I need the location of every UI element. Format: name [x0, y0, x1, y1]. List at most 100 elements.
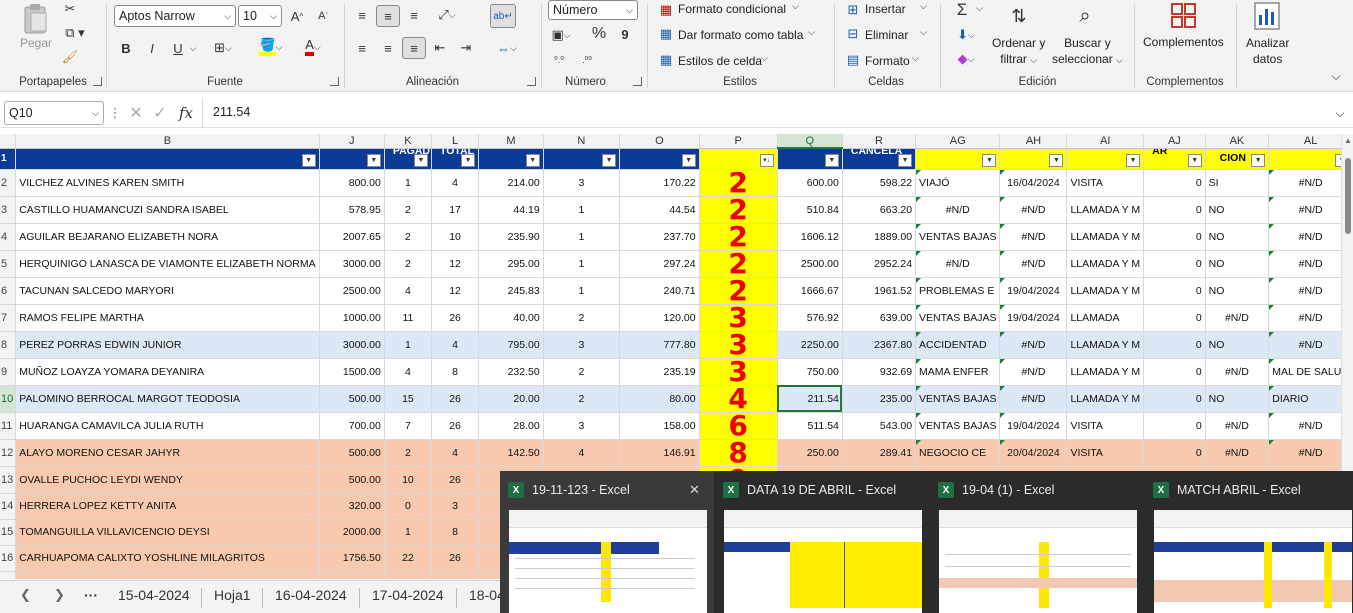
- fill-down-icon[interactable]: ⬇ ⌵: [952, 26, 980, 44]
- column-header[interactable]: AJ: [1143, 134, 1206, 149]
- align-middle-icon[interactable]: ≡: [376, 5, 400, 27]
- cell-B[interactable]: PALOMINO BERROCAL MARGOT TEODOSIA: [15, 385, 320, 413]
- cell-N[interactable]: 4: [543, 439, 621, 467]
- align-right-icon[interactable]: ≡: [402, 37, 426, 59]
- next-sheet-icon[interactable]: ❯: [54, 587, 65, 603]
- filter-dropdown-icon[interactable]: ▼: [982, 153, 997, 167]
- italic-button[interactable]: I: [144, 38, 160, 58]
- cell-B[interactable]: RAMOS FELIPE MARTHA: [15, 304, 320, 332]
- cell-P[interactable]: 2: [699, 223, 778, 251]
- font-color-icon[interactable]: A ⌵: [296, 36, 330, 58]
- format-as-table-button[interactable]: Dar formato como tabla: [678, 28, 803, 42]
- cell-B[interactable]: HERQUINIGO LANASCA DE VIAMONTE ELIZABETH…: [15, 250, 320, 278]
- increase-font-icon[interactable]: A ^: [286, 6, 308, 26]
- cell-B[interactable]: ALARCON DE MANDUJANO BERTHA ESPERANZA: [15, 571, 320, 579]
- cell-L[interactable]: 26: [431, 304, 480, 332]
- cell-M[interactable]: 44.19: [478, 196, 544, 224]
- row-header[interactable]: 1: [0, 148, 17, 170]
- decrease-decimal-icon[interactable]: .⁰⁰: [576, 50, 598, 70]
- row-header[interactable]: 17: [0, 571, 17, 579]
- cell-AL[interactable]: #N/D: [1268, 277, 1353, 305]
- row-header[interactable]: 7: [0, 304, 17, 332]
- cell-styles-icon[interactable]: ▦: [658, 52, 674, 68]
- cell-O[interactable]: 237.70: [619, 223, 700, 251]
- cell-Q[interactable]: 600.00: [777, 169, 843, 197]
- addins-button[interactable]: Complementos: [1143, 35, 1224, 49]
- cell-B[interactable]: HERRERA LOPEZ KETTY ANITA: [15, 493, 320, 520]
- filter-dropdown-icon[interactable]: ▼: [301, 153, 316, 167]
- cell-K[interactable]: 22: [384, 545, 433, 572]
- cell-L[interactable]: 10: [431, 571, 480, 579]
- cell-L[interactable]: 12: [431, 277, 480, 305]
- cell-P[interactable]: 3: [699, 304, 778, 332]
- row-header[interactable]: 4: [0, 223, 17, 251]
- cell-N[interactable]: 1: [543, 223, 621, 251]
- cell-L[interactable]: 8: [431, 519, 480, 546]
- cell-AJ[interactable]: 0: [1143, 331, 1206, 359]
- cell-AL[interactable]: DIARIO: [1268, 385, 1353, 413]
- row-header[interactable]: 10: [0, 385, 17, 413]
- cell-AJ[interactable]: 0: [1143, 358, 1206, 386]
- cell-P[interactable]: 2: [699, 169, 778, 197]
- cell-Q[interactable]: 510.84: [777, 196, 843, 224]
- cell-AG[interactable]: VIAJÓ: [915, 169, 1001, 197]
- cell-R[interactable]: 639.00: [842, 304, 917, 332]
- sort-filter-icon[interactable]: ⇅: [1002, 0, 1036, 32]
- sheet-tab[interactable]: Hoja1: [214, 587, 251, 603]
- row-header[interactable]: 2: [0, 169, 17, 197]
- cell-K[interactable]: 1: [384, 169, 433, 197]
- cell-AI[interactable]: LLAMADA Y M: [1066, 196, 1145, 224]
- cell-K[interactable]: 4: [384, 277, 433, 305]
- cell-AH[interactable]: 19/04/2024: [999, 277, 1068, 305]
- cell-J[interactable]: 300.00: [319, 571, 385, 579]
- insert-icon[interactable]: ⊞: [845, 2, 861, 18]
- align-center-icon[interactable]: ≡: [378, 38, 398, 58]
- scrollbar-up-arrow-icon[interactable]: ▲: [1344, 136, 1352, 145]
- cell-K[interactable]: 10: [384, 466, 433, 494]
- align-top-icon[interactable]: ≡: [352, 5, 372, 25]
- cell-J[interactable]: 1500.00: [319, 358, 385, 386]
- cell-P[interactable]: 6: [699, 412, 778, 440]
- cell-Q[interactable]: 2500.00: [777, 250, 843, 278]
- row-header[interactable]: 13: [0, 466, 17, 494]
- row-header[interactable]: 16: [0, 545, 17, 572]
- cell-L[interactable]: 3: [431, 493, 480, 520]
- cell-O[interactable]: 158.00: [619, 412, 700, 440]
- cell-AK[interactable]: #N/D: [1205, 439, 1270, 467]
- cell-B[interactable]: AGUILAR BEJARANO ELIZABETH NORA: [15, 223, 320, 251]
- font-size-combo[interactable]: 10 ⌵: [238, 5, 282, 27]
- cell-M[interactable]: 40.00: [478, 304, 544, 332]
- filter-dropdown-icon[interactable]: ▼: [898, 153, 913, 167]
- column-header[interactable]: AI: [1066, 134, 1145, 149]
- sheet-tab[interactable]: 16-04-2024: [275, 587, 347, 603]
- format-button[interactable]: Formato: [865, 54, 910, 68]
- cell-J[interactable]: 500.00: [319, 466, 385, 494]
- underline-dropdown-icon[interactable]: ⌵: [188, 38, 198, 58]
- cell-J[interactable]: 2500.00: [319, 277, 385, 305]
- cell-R[interactable]: 1889.00: [842, 223, 917, 251]
- cell-L[interactable]: 8: [431, 358, 480, 386]
- cell-AH[interactable]: 20/04/2024: [999, 439, 1068, 467]
- cell-AK[interactable]: NO: [1205, 196, 1270, 224]
- cell-AL[interactable]: #N/D: [1268, 169, 1353, 197]
- cell-AL[interactable]: #N/D: [1268, 196, 1353, 224]
- expand-formula-icon[interactable]: ⌵: [1333, 104, 1347, 122]
- cancel-icon[interactable]: ✕: [126, 103, 146, 123]
- cell-AJ[interactable]: 0: [1143, 304, 1206, 332]
- filter-dropdown-icon[interactable]: ▼: [681, 153, 696, 167]
- cell-K[interactable]: 2: [384, 196, 433, 224]
- sort-filter-button[interactable]: Ordenar y filtrar ⌵: [992, 35, 1045, 68]
- cell-L[interactable]: 4: [431, 169, 480, 197]
- cell-N[interactable]: 2: [543, 385, 621, 413]
- find-select-icon[interactable]: ⌕: [1068, 0, 1102, 32]
- cell-Q[interactable]: 1606.12: [777, 223, 843, 251]
- cell-AL[interactable]: #N/D: [1268, 250, 1353, 278]
- cell-AJ[interactable]: 0: [1143, 385, 1206, 413]
- cell-L[interactable]: 10: [431, 223, 480, 251]
- close-icon[interactable]: ✕: [689, 482, 700, 498]
- cell-M[interactable]: 245.83: [478, 277, 544, 305]
- cell-AI[interactable]: LLAMADA Y M: [1066, 223, 1145, 251]
- cell-AJ[interactable]: 0: [1143, 169, 1206, 197]
- cell-O[interactable]: 44.54: [619, 196, 700, 224]
- fill-color-icon[interactable]: 🪣 ⌵: [254, 36, 288, 58]
